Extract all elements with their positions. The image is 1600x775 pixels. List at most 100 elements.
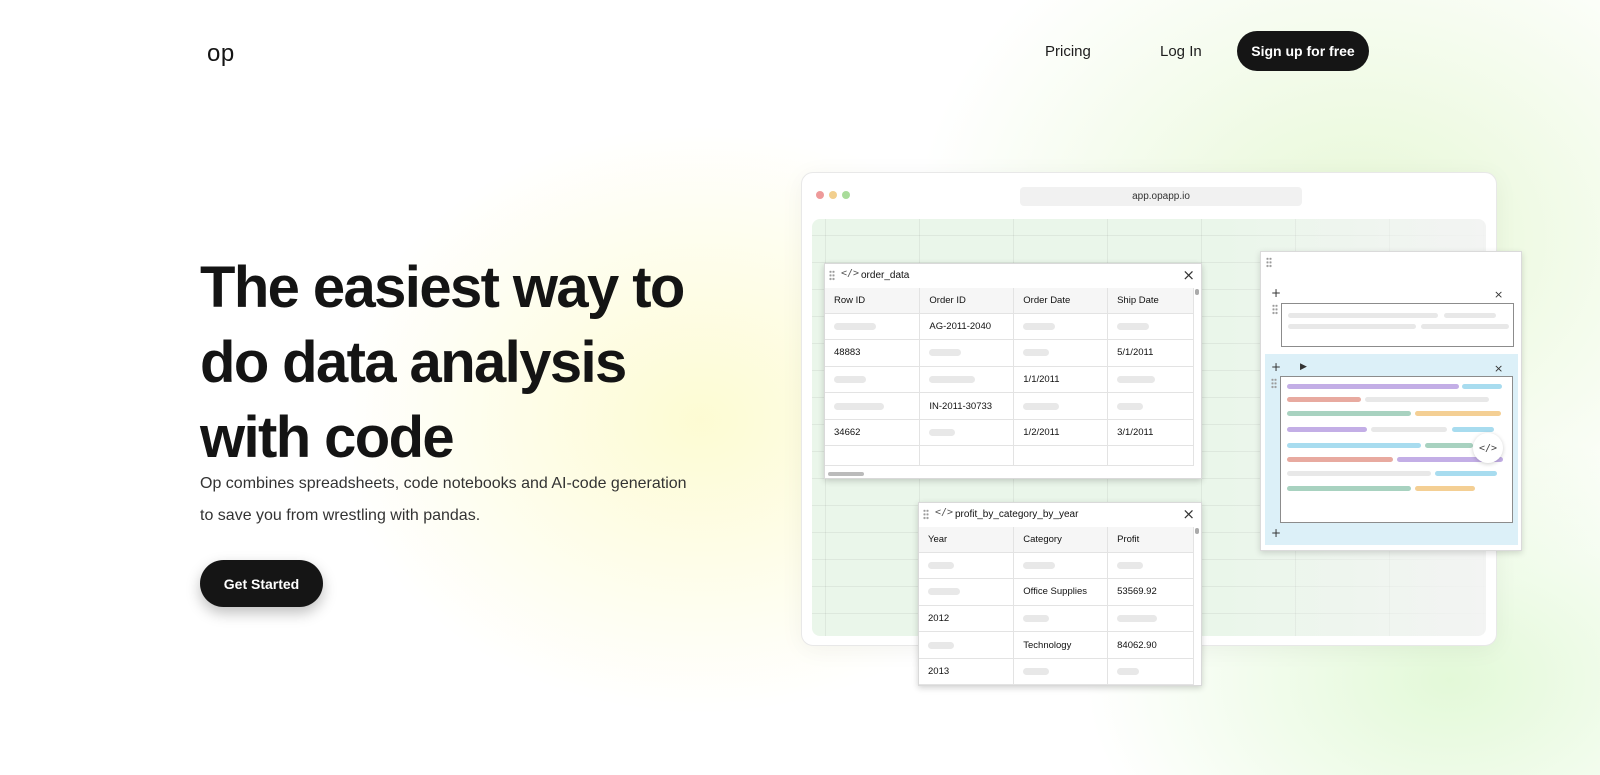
placeholder-bar (928, 588, 960, 596)
drag-handle-icon[interactable] (1271, 378, 1277, 389)
add-cell-icon[interactable]: + (1271, 361, 1281, 373)
code-line (1288, 324, 1416, 329)
column-header[interactable]: Profit (1107, 527, 1194, 553)
table-cell[interactable]: 1/2/2011 (1013, 419, 1109, 447)
table-cell[interactable] (1013, 445, 1109, 467)
table-cell[interactable]: 2013 (919, 658, 1015, 686)
add-cell-icon[interactable]: + (1271, 287, 1281, 299)
card-header: </> profit_by_category_by_year × (919, 503, 1201, 527)
hero-subtitle-line: to save you from wrestling with pandas. (200, 507, 481, 524)
table-cell[interactable]: 1/1/2011 (1013, 366, 1109, 394)
code-cell[interactable] (1281, 303, 1514, 347)
window-close-dot (816, 191, 824, 199)
table-cell[interactable]: Technology (1013, 631, 1109, 659)
table-cell[interactable] (1107, 366, 1194, 394)
code-icon: </> (935, 507, 954, 518)
column-header[interactable]: Order ID (919, 288, 1015, 314)
hero-title-line: do data analysis (200, 330, 627, 395)
table-cell[interactable] (919, 366, 1015, 394)
table-cell[interactable] (1107, 658, 1194, 686)
code-notebook-panel: + × + ▶ × </> + (1260, 251, 1522, 551)
code-line (1444, 313, 1496, 318)
table-cell[interactable] (1013, 552, 1109, 580)
run-icon[interactable]: ▶ (1300, 361, 1307, 373)
table-cell[interactable]: IN-2011-30733 (919, 392, 1015, 420)
signup-button[interactable]: Sign up for free (1237, 31, 1369, 71)
table-cell[interactable] (1013, 313, 1109, 341)
table-cell[interactable]: Office Supplies (1013, 578, 1109, 606)
code-line (1287, 443, 1421, 448)
table-cell[interactable] (1013, 605, 1109, 633)
close-icon[interactable]: × (1182, 505, 1195, 523)
table-cell[interactable] (1107, 605, 1194, 633)
table-cell[interactable]: 84062.90 (1107, 631, 1194, 659)
table-cell[interactable] (1013, 339, 1109, 367)
column-header[interactable]: Order Date (1013, 288, 1109, 314)
table-cell[interactable] (825, 392, 921, 420)
table-cell[interactable]: 2012 (919, 605, 1015, 633)
table-cell[interactable]: AG-2011-2040 (919, 313, 1015, 341)
close-icon[interactable]: × (1182, 266, 1195, 284)
get-started-button[interactable]: Get Started (200, 560, 323, 607)
table-cell[interactable]: 3/1/2011 (1107, 419, 1194, 447)
table-cell[interactable] (825, 313, 921, 341)
drag-handle-icon[interactable] (1266, 257, 1272, 268)
close-icon[interactable]: × (1494, 289, 1503, 301)
drag-handle-icon[interactable] (829, 270, 835, 281)
placeholder-bar (928, 641, 954, 649)
code-line (1287, 397, 1361, 402)
table-cell[interactable] (1013, 392, 1109, 420)
add-cell-icon[interactable]: + (1271, 527, 1281, 539)
vertical-scrollbar[interactable] (1195, 289, 1199, 295)
table-cell[interactable] (825, 366, 921, 394)
drag-handle-icon[interactable] (923, 509, 929, 520)
code-line (1452, 427, 1494, 432)
column-header[interactable]: Ship Date (1107, 288, 1194, 314)
table-cell[interactable] (919, 419, 1015, 447)
table-row: 1/1/2011 (825, 366, 1194, 394)
placeholder-bar (1023, 668, 1050, 676)
order-data-table: Row ID Order ID Order Date Ship Date AG-… (825, 288, 1194, 467)
table-row: 2012 (919, 605, 1194, 633)
placeholder-bar (1023, 322, 1056, 330)
placeholder-bar (1117, 561, 1144, 569)
code-line (1462, 384, 1502, 389)
hero-title: The easiest way to do data analysis with… (200, 250, 720, 475)
code-line (1287, 471, 1431, 476)
order-data-card: </> order_data × Row ID Order ID Order D… (824, 263, 1202, 479)
table-cell[interactable] (1013, 658, 1109, 686)
profit-table: Year Category Profit Office Supplies 535… (919, 527, 1194, 686)
table-cell[interactable] (919, 552, 1015, 580)
table-cell[interactable] (919, 445, 1015, 467)
table-cell[interactable]: 48883 (825, 339, 921, 367)
card-title: profit_by_category_by_year (955, 509, 1079, 520)
table-cell[interactable] (825, 445, 921, 467)
table-cell[interactable] (1107, 445, 1194, 467)
horizontal-scrollbar[interactable] (828, 472, 864, 476)
code-line (1421, 324, 1509, 329)
table-cell[interactable]: 53569.92 (1107, 578, 1194, 606)
column-header[interactable]: Category (1013, 527, 1109, 553)
table-cell[interactable] (919, 339, 1015, 367)
table-row: AG-2011-2040 (825, 313, 1194, 341)
table-cell[interactable] (1107, 313, 1194, 341)
table-cell[interactable]: 5/1/2011 (1107, 339, 1194, 367)
table-header-row: Row ID Order ID Order Date Ship Date (825, 288, 1194, 314)
column-header[interactable]: Year (919, 527, 1015, 553)
code-line (1425, 443, 1473, 448)
table-cell[interactable] (919, 631, 1015, 659)
nav-pricing-link[interactable]: Pricing (1045, 43, 1091, 60)
drag-handle-icon[interactable] (1272, 304, 1278, 315)
table-row (919, 552, 1194, 580)
nav-login-link[interactable]: Log In (1160, 43, 1202, 60)
table-cell[interactable] (919, 578, 1015, 606)
vertical-scrollbar[interactable] (1195, 528, 1199, 534)
table-cell[interactable] (1107, 552, 1194, 580)
table-cell[interactable] (1107, 392, 1194, 420)
column-header[interactable]: Row ID (825, 288, 921, 314)
close-icon[interactable]: × (1494, 363, 1503, 375)
placeholder-bar (929, 429, 956, 437)
logo[interactable]: op (207, 40, 235, 68)
code-toggle-icon[interactable]: </> (1473, 433, 1503, 463)
table-cell[interactable]: 34662 (825, 419, 921, 447)
